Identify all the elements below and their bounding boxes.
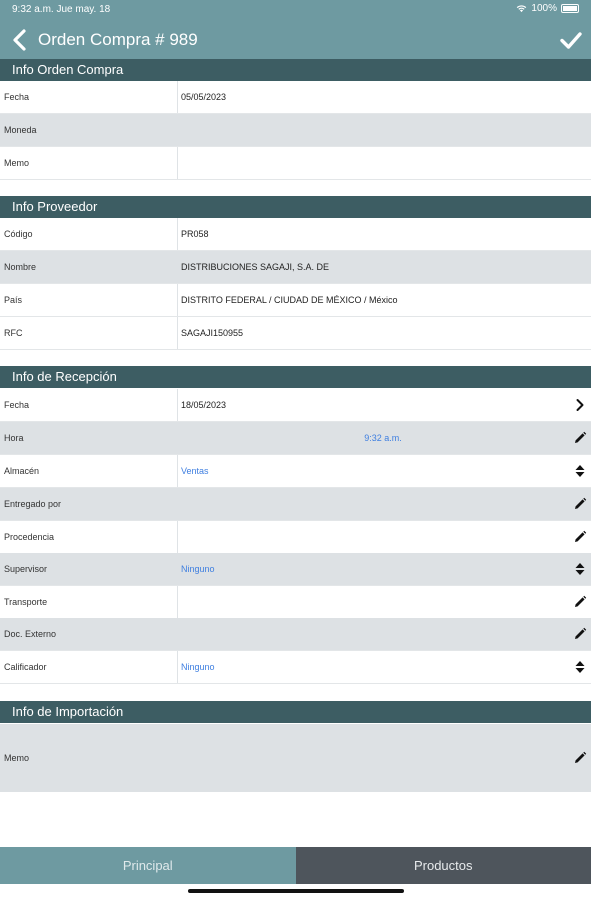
row-label: Calificador <box>4 662 47 672</box>
row-value: DISTRIBUCIONES SAGAJI, S.A. DE <box>181 262 330 272</box>
row-value: 05/05/2023 <box>181 92 227 102</box>
row-label: Supervisor <box>4 564 48 574</box>
home-indicator[interactable] <box>188 889 404 893</box>
section-header-importacion: Info de Importación <box>0 701 591 723</box>
battery-icon <box>561 4 579 13</box>
row-label: País <box>4 295 23 305</box>
checkmark-icon[interactable] <box>559 28 583 52</box>
row-value[interactable]: Ninguno <box>181 651 215 684</box>
row-rfc: RFC SAGAJI150955 <box>0 317 591 350</box>
row-entregado-por[interactable]: Entregado por <box>0 488 591 521</box>
row-divider <box>177 521 178 553</box>
sort-icon[interactable] <box>573 464 587 478</box>
pencil-icon[interactable] <box>573 530 587 544</box>
row-label: Fecha <box>4 400 30 410</box>
row-value: SAGAJI150955 <box>181 328 244 338</box>
row-divider <box>177 218 178 250</box>
row-transporte[interactable]: Transporte <box>0 586 591 619</box>
row-value[interactable]: Ventas <box>181 455 209 488</box>
row-moneda[interactable]: Moneda <box>0 114 591 147</box>
row-codigo: Código PR058 <box>0 218 591 251</box>
page-title: Orden Compra # 989 <box>38 30 198 49</box>
chevron-right-icon[interactable] <box>573 398 587 412</box>
nav-bar: Orden Compra # 989 <box>0 20 591 60</box>
row-doc-externo[interactable]: Doc. Externo <box>0 618 591 651</box>
row-calificador[interactable]: Calificador Ninguno <box>0 651 591 684</box>
row-divider <box>177 586 178 618</box>
row-label: Doc. Externo <box>4 629 57 639</box>
pencil-icon[interactable] <box>573 751 587 765</box>
row-value[interactable]: Ninguno <box>181 553 215 586</box>
row-fecha-orden[interactable]: Fecha 05/05/2023 <box>0 81 591 114</box>
row-label: Hora <box>4 433 24 443</box>
back-chevron-icon[interactable] <box>10 28 32 52</box>
row-label: Memo <box>4 158 30 168</box>
pencil-icon[interactable] <box>573 497 587 511</box>
row-value[interactable]: 9:32 a.m. <box>178 422 588 455</box>
status-bar: 9:32 a.m. Jue may. 18 100% <box>0 0 591 20</box>
row-fecha-recepcion[interactable]: Fecha 18/05/2023 <box>0 389 591 422</box>
pencil-icon[interactable] <box>573 627 587 641</box>
row-almacen[interactable]: Almacén Ventas <box>0 455 591 488</box>
tab-principal[interactable]: Principal <box>0 847 296 884</box>
pencil-icon[interactable] <box>573 431 587 445</box>
row-label: Fecha <box>4 92 30 102</box>
pencil-icon[interactable] <box>573 595 587 609</box>
sort-icon[interactable] <box>573 562 587 576</box>
row-label: Procedencia <box>4 532 55 542</box>
row-label: RFC <box>4 328 23 338</box>
row-memo-importacion[interactable]: Memo <box>0 724 591 792</box>
row-label: Código <box>4 229 33 239</box>
status-right: 100% <box>516 3 579 14</box>
sort-icon[interactable] <box>573 660 587 674</box>
row-divider <box>177 317 178 349</box>
section-header-proveedor: Info Proveedor <box>0 196 591 218</box>
section-header-orden: Info Orden Compra <box>0 59 591 81</box>
row-divider <box>177 147 178 179</box>
row-divider <box>177 284 178 316</box>
row-pais: País DISTRITO FEDERAL / CIUDAD DE MÉXICO… <box>0 284 591 317</box>
row-label: Moneda <box>4 125 37 135</box>
row-value: DISTRITO FEDERAL / CIUDAD DE MÉXICO / Mé… <box>181 295 398 305</box>
row-divider <box>177 389 178 421</box>
row-memo-orden[interactable]: Memo <box>0 147 591 180</box>
row-label: Almacén <box>4 466 40 476</box>
row-supervisor[interactable]: Supervisor Ninguno <box>0 553 591 586</box>
row-procedencia[interactable]: Procedencia <box>0 521 591 554</box>
row-divider <box>177 455 178 487</box>
tab-productos[interactable]: Productos <box>295 847 591 884</box>
row-label: Memo <box>4 753 30 763</box>
status-time: 9:32 a.m. Jue may. 18 <box>12 4 111 15</box>
battery-percent: 100% <box>531 3 557 14</box>
section-header-recepcion: Info de Recepción <box>0 366 591 388</box>
wifi-icon <box>517 5 527 13</box>
row-label: Entregado por <box>4 499 62 509</box>
tab-bar: Principal Productos <box>0 847 591 884</box>
row-label: Transporte <box>4 597 48 607</box>
row-divider <box>177 81 178 113</box>
row-divider <box>177 651 178 683</box>
row-value: PR058 <box>181 229 209 239</box>
row-label: Nombre <box>4 262 37 272</box>
row-nombre: Nombre DISTRIBUCIONES SAGAJI, S.A. DE <box>0 251 591 284</box>
row-hora[interactable]: Hora 9:32 a.m. <box>0 422 591 455</box>
row-value: 18/05/2023 <box>181 400 227 410</box>
